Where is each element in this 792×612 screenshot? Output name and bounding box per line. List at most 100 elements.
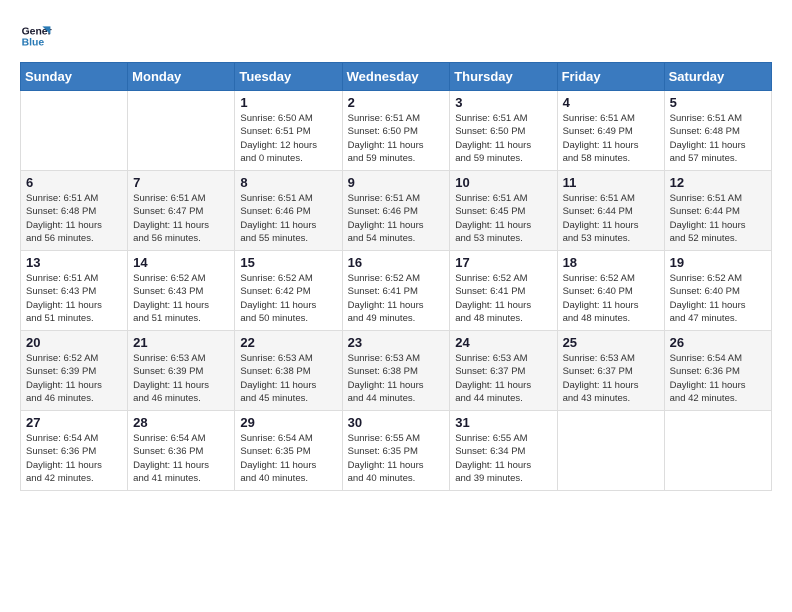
- calendar-cell: [21, 91, 128, 171]
- calendar-cell: 23 Sunrise: 6:53 AM Sunset: 6:38 PM Dayli…: [342, 331, 450, 411]
- day-number: 26: [670, 335, 766, 350]
- day-number: 8: [240, 175, 336, 190]
- day-info: Sunrise: 6:52 AM Sunset: 6:42 PM Dayligh…: [240, 272, 336, 325]
- calendar-cell: 18 Sunrise: 6:52 AM Sunset: 6:40 PM Dayli…: [557, 251, 664, 331]
- calendar-cell: 15 Sunrise: 6:52 AM Sunset: 6:42 PM Dayli…: [235, 251, 342, 331]
- logo-icon: General Blue: [20, 20, 52, 52]
- day-number: 22: [240, 335, 336, 350]
- calendar-week-row: 27 Sunrise: 6:54 AM Sunset: 6:36 PM Dayli…: [21, 411, 772, 491]
- day-info: Sunrise: 6:51 AM Sunset: 6:43 PM Dayligh…: [26, 272, 122, 325]
- calendar-cell: 6 Sunrise: 6:51 AM Sunset: 6:48 PM Daylig…: [21, 171, 128, 251]
- calendar-week-row: 6 Sunrise: 6:51 AM Sunset: 6:48 PM Daylig…: [21, 171, 772, 251]
- day-number: 21: [133, 335, 229, 350]
- weekday-header-tuesday: Tuesday: [235, 63, 342, 91]
- day-info: Sunrise: 6:53 AM Sunset: 6:39 PM Dayligh…: [133, 352, 229, 405]
- page-header: General Blue: [20, 20, 772, 52]
- day-number: 13: [26, 255, 122, 270]
- calendar-cell: [664, 411, 771, 491]
- day-number: 24: [455, 335, 551, 350]
- day-info: Sunrise: 6:51 AM Sunset: 6:45 PM Dayligh…: [455, 192, 551, 245]
- day-number: 3: [455, 95, 551, 110]
- calendar-week-row: 20 Sunrise: 6:52 AM Sunset: 6:39 PM Dayli…: [21, 331, 772, 411]
- weekday-header-sunday: Sunday: [21, 63, 128, 91]
- day-info: Sunrise: 6:51 AM Sunset: 6:50 PM Dayligh…: [348, 112, 445, 165]
- day-number: 18: [563, 255, 659, 270]
- calendar-table: SundayMondayTuesdayWednesdayThursdayFrid…: [20, 62, 772, 491]
- day-number: 11: [563, 175, 659, 190]
- calendar-cell: [557, 411, 664, 491]
- day-number: 4: [563, 95, 659, 110]
- day-number: 7: [133, 175, 229, 190]
- day-number: 6: [26, 175, 122, 190]
- day-number: 15: [240, 255, 336, 270]
- calendar-week-row: 13 Sunrise: 6:51 AM Sunset: 6:43 PM Dayli…: [21, 251, 772, 331]
- weekday-header-wednesday: Wednesday: [342, 63, 450, 91]
- day-number: 23: [348, 335, 445, 350]
- day-info: Sunrise: 6:52 AM Sunset: 6:40 PM Dayligh…: [563, 272, 659, 325]
- day-info: Sunrise: 6:53 AM Sunset: 6:37 PM Dayligh…: [563, 352, 659, 405]
- calendar-cell: 9 Sunrise: 6:51 AM Sunset: 6:46 PM Daylig…: [342, 171, 450, 251]
- calendar-cell: 28 Sunrise: 6:54 AM Sunset: 6:36 PM Dayli…: [128, 411, 235, 491]
- calendar-cell: 4 Sunrise: 6:51 AM Sunset: 6:49 PM Daylig…: [557, 91, 664, 171]
- calendar-cell: 26 Sunrise: 6:54 AM Sunset: 6:36 PM Dayli…: [664, 331, 771, 411]
- calendar-cell: 16 Sunrise: 6:52 AM Sunset: 6:41 PM Dayli…: [342, 251, 450, 331]
- day-number: 17: [455, 255, 551, 270]
- day-info: Sunrise: 6:54 AM Sunset: 6:36 PM Dayligh…: [133, 432, 229, 485]
- day-number: 16: [348, 255, 445, 270]
- day-number: 19: [670, 255, 766, 270]
- day-number: 20: [26, 335, 122, 350]
- calendar-cell: 29Sunrise: 6:54 AM Sunset: 6:35 PM Dayli…: [235, 411, 342, 491]
- day-info: Sunrise: 6:54 AM Sunset: 6:36 PM Dayligh…: [26, 432, 122, 485]
- day-info: Sunrise: 6:52 AM Sunset: 6:41 PM Dayligh…: [348, 272, 445, 325]
- day-info: Sunrise: 6:54 AM Sunset: 6:36 PM Dayligh…: [670, 352, 766, 405]
- calendar-cell: 20 Sunrise: 6:52 AM Sunset: 6:39 PM Dayli…: [21, 331, 128, 411]
- calendar-cell: [128, 91, 235, 171]
- day-info: Sunrise: 6:52 AM Sunset: 6:41 PM Dayligh…: [455, 272, 551, 325]
- calendar-cell: 2 Sunrise: 6:51 AM Sunset: 6:50 PM Daylig…: [342, 91, 450, 171]
- day-info: Sunrise: 6:51 AM Sunset: 6:47 PM Dayligh…: [133, 192, 229, 245]
- logo: General Blue: [20, 20, 52, 52]
- calendar-cell: 1Sunrise: 6:50 AM Sunset: 6:51 PM Daylig…: [235, 91, 342, 171]
- day-info: Sunrise: 6:53 AM Sunset: 6:38 PM Dayligh…: [348, 352, 445, 405]
- day-info: Sunrise: 6:53 AM Sunset: 6:37 PM Dayligh…: [455, 352, 551, 405]
- calendar-cell: 11Sunrise: 6:51 AM Sunset: 6:44 PM Dayli…: [557, 171, 664, 251]
- day-info: Sunrise: 6:51 AM Sunset: 6:46 PM Dayligh…: [348, 192, 445, 245]
- weekday-header-row: SundayMondayTuesdayWednesdayThursdayFrid…: [21, 63, 772, 91]
- day-number: 10: [455, 175, 551, 190]
- calendar-cell: 5Sunrise: 6:51 AM Sunset: 6:48 PM Daylig…: [664, 91, 771, 171]
- day-info: Sunrise: 6:55 AM Sunset: 6:35 PM Dayligh…: [348, 432, 445, 485]
- calendar-cell: 22Sunrise: 6:53 AM Sunset: 6:38 PM Dayli…: [235, 331, 342, 411]
- calendar-cell: 25 Sunrise: 6:53 AM Sunset: 6:37 PM Dayli…: [557, 331, 664, 411]
- calendar-cell: 30 Sunrise: 6:55 AM Sunset: 6:35 PM Dayli…: [342, 411, 450, 491]
- day-number: 28: [133, 415, 229, 430]
- day-info: Sunrise: 6:51 AM Sunset: 6:46 PM Dayligh…: [240, 192, 336, 245]
- day-number: 12: [670, 175, 766, 190]
- day-info: Sunrise: 6:52 AM Sunset: 6:43 PM Dayligh…: [133, 272, 229, 325]
- day-info: Sunrise: 6:51 AM Sunset: 6:50 PM Dayligh…: [455, 112, 551, 165]
- calendar-cell: 8 Sunrise: 6:51 AM Sunset: 6:46 PM Daylig…: [235, 171, 342, 251]
- day-number: 2: [348, 95, 445, 110]
- day-number: 27: [26, 415, 122, 430]
- day-number: 9: [348, 175, 445, 190]
- day-info: Sunrise: 6:52 AM Sunset: 6:40 PM Dayligh…: [670, 272, 766, 325]
- calendar-cell: 24 Sunrise: 6:53 AM Sunset: 6:37 PM Dayli…: [450, 331, 557, 411]
- calendar-cell: 27 Sunrise: 6:54 AM Sunset: 6:36 PM Dayli…: [21, 411, 128, 491]
- calendar-cell: 14Sunrise: 6:52 AM Sunset: 6:43 PM Dayli…: [128, 251, 235, 331]
- day-number: 29: [240, 415, 336, 430]
- svg-text:Blue: Blue: [22, 38, 45, 49]
- day-number: 25: [563, 335, 659, 350]
- calendar-cell: 13 Sunrise: 6:51 AM Sunset: 6:43 PM Dayli…: [21, 251, 128, 331]
- weekday-header-saturday: Saturday: [664, 63, 771, 91]
- day-info: Sunrise: 6:50 AM Sunset: 6:51 PM Dayligh…: [240, 112, 336, 165]
- weekday-header-monday: Monday: [128, 63, 235, 91]
- day-number: 31: [455, 415, 551, 430]
- calendar-cell: 17 Sunrise: 6:52 AM Sunset: 6:41 PM Dayli…: [450, 251, 557, 331]
- day-number: 30: [348, 415, 445, 430]
- day-info: Sunrise: 6:52 AM Sunset: 6:39 PM Dayligh…: [26, 352, 122, 405]
- day-info: Sunrise: 6:51 AM Sunset: 6:49 PM Dayligh…: [563, 112, 659, 165]
- calendar-week-row: 1Sunrise: 6:50 AM Sunset: 6:51 PM Daylig…: [21, 91, 772, 171]
- calendar-cell: 7 Sunrise: 6:51 AM Sunset: 6:47 PM Daylig…: [128, 171, 235, 251]
- day-number: 5: [670, 95, 766, 110]
- day-info: Sunrise: 6:51 AM Sunset: 6:48 PM Dayligh…: [26, 192, 122, 245]
- calendar-cell: 12Sunrise: 6:51 AM Sunset: 6:44 PM Dayli…: [664, 171, 771, 251]
